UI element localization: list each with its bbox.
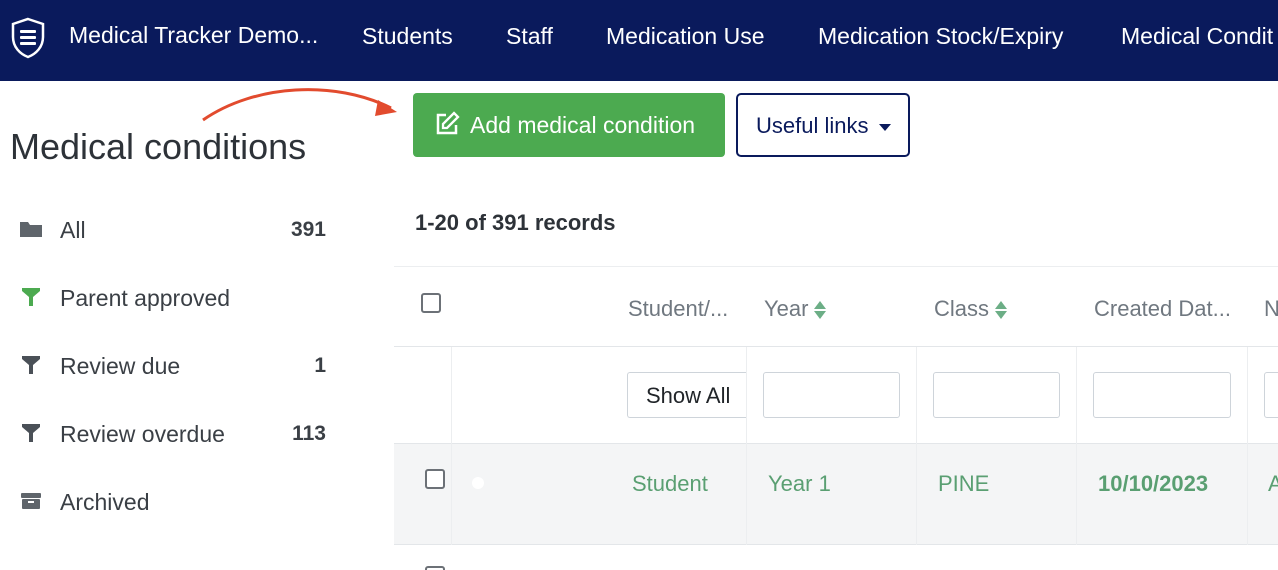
column-divider [916, 347, 917, 444]
cell-year: Year 1 [768, 471, 831, 496]
created-date-filter-input[interactable] [1093, 372, 1231, 418]
column-divider [746, 444, 747, 545]
column-divider [916, 444, 917, 545]
useful-links-dropdown[interactable]: Useful links [736, 93, 910, 157]
sidebar-item-label: Archived [60, 489, 150, 515]
class-filter-input[interactable] [933, 372, 1060, 418]
sidebar-item-archived[interactable]: Archived [18, 481, 328, 521]
column-divider [451, 444, 452, 545]
column-header-created-date[interactable]: Created Dat... [1094, 296, 1231, 322]
add-button-label: Add medical condition [470, 112, 696, 138]
select-value: Show All [646, 383, 731, 408]
sidebar-item-review-overdue[interactable]: Review overdue 113 [18, 413, 328, 453]
folder-icon [20, 222, 42, 237]
conditions-table: Student/... Year Class Created Dat... N … [394, 266, 1278, 570]
table-row[interactable]: Student Year 1 PINE 10/10/2023 A [394, 444, 1278, 545]
nav-medical-conditions[interactable]: Medical Condit [1121, 23, 1273, 50]
next-filter-input[interactable] [1264, 372, 1278, 418]
table-header-row: Student/... Year Class Created Dat... N [394, 266, 1278, 347]
app-brand[interactable]: Medical Tracker Demo... [69, 22, 318, 49]
column-divider [1076, 444, 1077, 545]
sidebar-item-count: 113 [292, 422, 326, 445]
filter-icon [22, 424, 40, 442]
archive-icon [21, 493, 41, 509]
column-header-label: Year [764, 296, 809, 321]
sidebar-item-label: All [60, 217, 86, 243]
cell-class: PINE [938, 471, 990, 496]
useful-links-label: Useful links [756, 113, 869, 138]
nav-students[interactable]: Students [362, 23, 453, 50]
sidebar-item-label: Review overdue [60, 421, 225, 447]
column-header-label: Class [934, 296, 990, 321]
add-medical-condition-button[interactable]: Add medical condition [413, 93, 725, 157]
select-all-checkbox[interactable] [421, 293, 441, 313]
sidebar-item-label: Review due [60, 353, 181, 379]
sort-icon[interactable] [995, 300, 1008, 320]
nav-medication-use[interactable]: Medication Use [606, 23, 765, 50]
column-divider [1076, 347, 1077, 444]
column-header-next[interactable]: N [1264, 296, 1278, 322]
column-divider [1247, 444, 1248, 545]
row-checkbox[interactable] [425, 469, 445, 489]
row-checkbox[interactable] [425, 566, 445, 570]
sidebar-item-label: Parent approved [60, 285, 231, 311]
sidebar-item-review-due[interactable]: Review due 1 [18, 345, 328, 385]
filter-icon [22, 288, 40, 306]
nav-staff[interactable]: Staff [506, 23, 553, 50]
cell-created-date: 10/10/2023 [1098, 471, 1209, 496]
column-header-year[interactable]: Year [764, 296, 827, 322]
sort-icon[interactable] [814, 300, 827, 320]
caret-down-icon [879, 124, 891, 131]
table-row-partial [394, 546, 1278, 570]
student-filter-select[interactable]: Show All [627, 372, 747, 418]
page-title: Medical conditions [10, 126, 307, 167]
shield-logo-icon[interactable] [10, 17, 46, 59]
column-header-class[interactable]: Class [934, 296, 1008, 322]
records-count: 1-20 of 391 records [415, 210, 616, 235]
year-filter-input[interactable] [763, 372, 900, 418]
top-navbar: Medical Tracker Demo... Students Staff M… [0, 0, 1278, 81]
sidebar-item-count: 391 [290, 218, 326, 241]
annotation-arrow-icon [202, 88, 397, 122]
status-dot [472, 477, 484, 489]
sidebar-item-count: 1 [314, 354, 326, 377]
column-divider [746, 347, 747, 444]
nav-medication-stock-expiry[interactable]: Medication Stock/Expiry [818, 23, 1063, 50]
cell-student[interactable]: Student [632, 471, 708, 497]
column-divider [1247, 347, 1248, 444]
column-divider [451, 347, 452, 444]
sidebar-item-parent-approved[interactable]: Parent approved [18, 277, 328, 317]
column-header-student[interactable]: Student/... [628, 296, 728, 322]
filter-row: Show All [394, 347, 1278, 444]
sidebar-item-all[interactable]: All 391 [18, 209, 328, 249]
cell-next: A [1268, 471, 1278, 496]
filter-icon [22, 356, 40, 374]
edit-icon [436, 111, 460, 135]
